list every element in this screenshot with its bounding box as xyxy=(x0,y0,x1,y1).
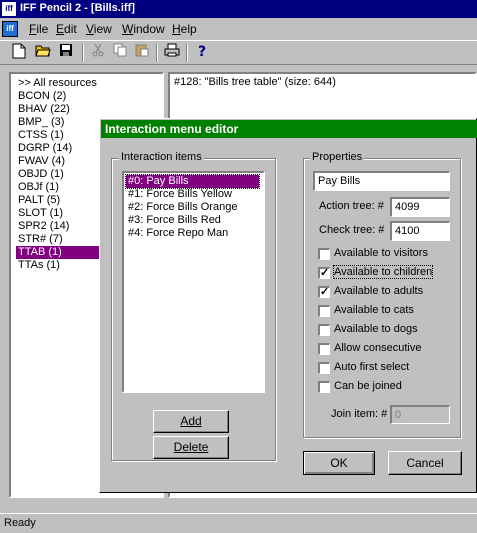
menu-view[interactable]: View xyxy=(86,22,112,36)
available-to-dogs-checkbox[interactable] xyxy=(318,324,330,336)
available-to-children-checkbox[interactable]: ✓ xyxy=(318,267,330,279)
print-icon[interactable] xyxy=(162,43,182,63)
list-item[interactable]: FWAV (4) xyxy=(16,155,67,168)
join-item-label: Join item: # xyxy=(331,408,388,420)
available-to-visitors-label[interactable]: Available to visitors xyxy=(334,247,428,259)
status-bar: Ready xyxy=(0,513,477,533)
help-icon[interactable]: ? xyxy=(192,43,212,63)
toolbar-separator xyxy=(82,44,84,62)
menu-help[interactable]: Help xyxy=(172,22,197,36)
cancel-button-label: Cancel xyxy=(406,456,444,470)
svg-text:?: ? xyxy=(198,44,206,59)
list-item[interactable]: #1: Force Bills Yellow xyxy=(126,188,234,201)
properties-label: Properties xyxy=(310,151,365,163)
allow-consecutive-label[interactable]: Allow consecutive xyxy=(334,342,421,354)
status-text: Ready xyxy=(4,517,36,529)
interaction-items-list[interactable]: #0: Pay Bills #1: Force Bills Yellow #2:… xyxy=(122,171,265,393)
document-icon[interactable]: iff xyxy=(2,21,18,37)
auto-first-select-label[interactable]: Auto first select xyxy=(334,361,409,373)
interaction-name-field[interactable]: Pay Bills xyxy=(313,171,450,191)
list-item[interactable]: BMP_ (3) xyxy=(16,116,66,129)
interaction-items-label: Interaction items xyxy=(119,151,204,163)
allow-consecutive-checkbox[interactable] xyxy=(318,343,330,355)
list-item[interactable]: STR# (7) xyxy=(16,233,65,246)
iff-app-icon: iff xyxy=(2,2,16,16)
available-to-children-label[interactable]: Available to children xyxy=(332,265,434,279)
app-title: IFF Pencil 2 - [Bills.iff] xyxy=(20,2,135,14)
list-item[interactable]: SPR2 (14) xyxy=(16,220,71,233)
list-item[interactable]: OBJD (1) xyxy=(16,168,66,181)
add-button[interactable]: Add xyxy=(153,410,229,433)
new-file-icon[interactable] xyxy=(9,43,29,63)
cut-icon[interactable] xyxy=(88,43,108,63)
list-item[interactable]: #3: Force Bills Red xyxy=(126,214,223,227)
list-item[interactable]: #4: Force Repo Man xyxy=(126,227,230,240)
list-item[interactable]: TTAs (1) xyxy=(16,259,62,272)
cancel-button[interactable]: Cancel xyxy=(388,451,462,475)
check-tree-field[interactable]: 4100 xyxy=(390,221,450,241)
menu-edit[interactable]: Edit xyxy=(56,22,77,36)
copy-icon[interactable] xyxy=(110,43,130,63)
delete-button[interactable]: Delete xyxy=(153,436,229,459)
toolbar: ? xyxy=(0,40,477,65)
app-title-bar: iff IFF Pencil 2 - [Bills.iff] xyxy=(0,0,477,18)
available-to-cats-checkbox[interactable] xyxy=(318,305,330,317)
action-tree-field[interactable]: 4099 xyxy=(390,197,450,217)
list-item[interactable]: DGRP (14) xyxy=(16,142,74,155)
join-item-field: 0 xyxy=(390,405,450,424)
ok-button[interactable]: OK xyxy=(303,451,375,475)
available-to-visitors-checkbox[interactable] xyxy=(318,248,330,260)
dialog-title: Interaction menu editor xyxy=(105,122,239,136)
save-icon[interactable] xyxy=(56,43,76,63)
list-item-selected[interactable]: #0: Pay Bills xyxy=(125,174,260,189)
auto-first-select-checkbox[interactable] xyxy=(318,362,330,374)
action-tree-label: Action tree: # xyxy=(319,200,384,212)
toolbar-separator xyxy=(156,44,158,62)
open-folder-icon[interactable] xyxy=(33,43,53,63)
list-item[interactable]: #2: Force Bills Orange xyxy=(126,201,239,214)
available-to-cats-label[interactable]: Available to cats xyxy=(334,304,414,316)
menu-window[interactable]: Window xyxy=(122,22,165,36)
toolbar-separator xyxy=(186,44,188,62)
delete-button-label: Delete xyxy=(173,440,209,454)
menu-bar: iff File Edit View Window Help xyxy=(0,19,477,39)
list-item[interactable]: SLOT (1) xyxy=(16,207,65,220)
dialog-title-bar: Interaction menu editor xyxy=(101,120,477,138)
paste-icon[interactable] xyxy=(132,43,152,63)
menu-file[interactable]: File xyxy=(29,22,48,36)
list-item[interactable]: CTSS (1) xyxy=(16,129,66,142)
can-be-joined-checkbox[interactable] xyxy=(318,381,330,393)
interaction-menu-editor-dialog: Interaction menu editor Interaction item… xyxy=(99,118,477,493)
check-tree-label: Check tree: # xyxy=(319,224,385,236)
ok-button-label: OK xyxy=(330,456,348,470)
list-item[interactable]: BHAV (22) xyxy=(16,103,72,116)
resource-info-text: #128: "Bills tree table" (size: 644) xyxy=(174,76,336,88)
list-item[interactable]: OBJf (1) xyxy=(16,181,61,194)
list-item[interactable]: BCON (2) xyxy=(16,90,68,103)
resource-all[interactable]: >> All resources xyxy=(16,77,99,90)
list-item[interactable]: PALT (5) xyxy=(16,194,62,207)
add-button-label: Add xyxy=(180,414,202,428)
available-to-adults-label[interactable]: Available to adults xyxy=(334,285,423,297)
available-to-dogs-label[interactable]: Available to dogs xyxy=(334,323,418,335)
available-to-adults-checkbox[interactable]: ✓ xyxy=(318,286,330,298)
can-be-joined-label[interactable]: Can be joined xyxy=(334,380,402,392)
